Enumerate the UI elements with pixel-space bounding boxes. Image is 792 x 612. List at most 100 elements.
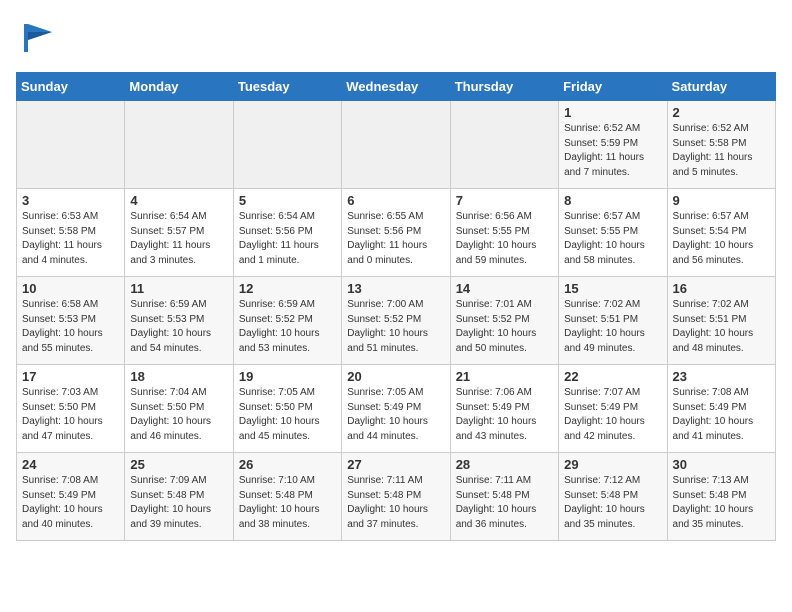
weekday-header-saturday: Saturday [667,73,775,101]
calendar-cell: 19 Sunrise: 7:05 AM Sunset: 5:50 PM Dayli… [233,365,341,453]
calendar-cell [17,101,125,189]
calendar-cell: 21 Sunrise: 7:06 AM Sunset: 5:49 PM Dayli… [450,365,558,453]
day-number: 6 [347,193,444,208]
calendar-cell: 23 Sunrise: 7:08 AM Sunset: 5:49 PM Dayli… [667,365,775,453]
calendar-cell: 26 Sunrise: 7:10 AM Sunset: 5:48 PM Dayli… [233,453,341,541]
day-info: Sunrise: 6:59 AM Sunset: 5:53 PM Dayligh… [130,298,227,356]
day-number: 10 [22,281,119,296]
calendar-cell: 10 Sunrise: 6:58 AM Sunset: 5:53 PM Dayli… [17,277,125,365]
day-number: 23 [673,369,770,384]
day-info: Sunrise: 6:59 AM Sunset: 5:52 PM Dayligh… [239,298,336,356]
day-number: 28 [456,457,553,472]
logo-icon [16,16,60,60]
weekday-header-sunday: Sunday [17,73,125,101]
day-number: 17 [22,369,119,384]
day-number: 12 [239,281,336,296]
day-info: Sunrise: 7:06 AM Sunset: 5:49 PM Dayligh… [456,386,553,444]
calendar-cell: 8Sunrise: 6:57 AM Sunset: 5:55 PM Daylig… [559,189,667,277]
day-info: Sunrise: 6:54 AM Sunset: 5:57 PM Dayligh… [130,210,227,268]
calendar-cell: 13Sunrise: 7:00 AM Sunset: 5:52 PM Dayli… [342,277,450,365]
day-number: 9 [673,193,770,208]
day-number: 27 [347,457,444,472]
calendar-table: SundayMondayTuesdayWednesdayThursdayFrid… [16,72,776,541]
day-number: 1 [564,105,661,120]
weekday-header-row: SundayMondayTuesdayWednesdayThursdayFrid… [17,73,776,101]
weekday-header-thursday: Thursday [450,73,558,101]
calendar-header: SundayMondayTuesdayWednesdayThursdayFrid… [17,73,776,101]
calendar-cell: 14 Sunrise: 7:01 AM Sunset: 5:52 PM Dayli… [450,277,558,365]
day-number: 2 [673,105,770,120]
day-number: 5 [239,193,336,208]
calendar-cell [342,101,450,189]
weekday-header-wednesday: Wednesday [342,73,450,101]
calendar-cell: 29 Sunrise: 7:12 AM Sunset: 5:48 PM Dayli… [559,453,667,541]
day-number: 18 [130,369,227,384]
calendar-cell: 5 Sunrise: 6:54 AM Sunset: 5:56 PM Daylig… [233,189,341,277]
day-info: Sunrise: 6:52 AM Sunset: 5:58 PM Dayligh… [673,122,770,180]
day-info: Sunrise: 7:08 AM Sunset: 5:49 PM Dayligh… [673,386,770,444]
day-info: Sunrise: 6:57 AM Sunset: 5:54 PM Dayligh… [673,210,770,268]
logo [16,16,64,60]
day-number: 22 [564,369,661,384]
calendar-cell: 28 Sunrise: 7:11 AM Sunset: 5:48 PM Dayli… [450,453,558,541]
day-info: Sunrise: 7:08 AM Sunset: 5:49 PM Dayligh… [22,474,119,532]
calendar-cell: 7Sunrise: 6:56 AM Sunset: 5:55 PM Daylig… [450,189,558,277]
day-info: Sunrise: 7:13 AM Sunset: 5:48 PM Dayligh… [673,474,770,532]
day-info: Sunrise: 7:03 AM Sunset: 5:50 PM Dayligh… [22,386,119,444]
day-info: Sunrise: 7:10 AM Sunset: 5:48 PM Dayligh… [239,474,336,532]
day-number: 30 [673,457,770,472]
calendar-cell: 15 Sunrise: 7:02 AM Sunset: 5:51 PM Dayli… [559,277,667,365]
day-number: 25 [130,457,227,472]
calendar-cell: 24 Sunrise: 7:08 AM Sunset: 5:49 PM Dayli… [17,453,125,541]
day-info: Sunrise: 7:05 AM Sunset: 5:49 PM Dayligh… [347,386,444,444]
day-number: 16 [673,281,770,296]
calendar-cell [125,101,233,189]
calendar-cell [233,101,341,189]
day-info: Sunrise: 7:05 AM Sunset: 5:50 PM Dayligh… [239,386,336,444]
day-info: Sunrise: 7:02 AM Sunset: 5:51 PM Dayligh… [564,298,661,356]
calendar-cell: 20 Sunrise: 7:05 AM Sunset: 5:49 PM Dayli… [342,365,450,453]
calendar-week-row: 17 Sunrise: 7:03 AM Sunset: 5:50 PM Dayli… [17,365,776,453]
day-info: Sunrise: 7:11 AM Sunset: 5:48 PM Dayligh… [456,474,553,532]
weekday-header-friday: Friday [559,73,667,101]
day-number: 19 [239,369,336,384]
day-info: Sunrise: 6:53 AM Sunset: 5:58 PM Dayligh… [22,210,119,268]
calendar-cell: 9 Sunrise: 6:57 AM Sunset: 5:54 PM Daylig… [667,189,775,277]
day-number: 26 [239,457,336,472]
day-info: Sunrise: 7:12 AM Sunset: 5:48 PM Dayligh… [564,474,661,532]
weekday-header-monday: Monday [125,73,233,101]
day-info: Sunrise: 6:54 AM Sunset: 5:56 PM Dayligh… [239,210,336,268]
day-info: Sunrise: 7:11 AM Sunset: 5:48 PM Dayligh… [347,474,444,532]
day-number: 14 [456,281,553,296]
calendar-week-row: 1Sunrise: 6:52 AM Sunset: 5:59 PM Daylig… [17,101,776,189]
calendar-week-row: 10 Sunrise: 6:58 AM Sunset: 5:53 PM Dayli… [17,277,776,365]
calendar-cell: 30 Sunrise: 7:13 AM Sunset: 5:48 PM Dayli… [667,453,775,541]
calendar-cell: 12 Sunrise: 6:59 AM Sunset: 5:52 PM Dayli… [233,277,341,365]
day-number: 24 [22,457,119,472]
calendar-cell [450,101,558,189]
calendar-body: 1Sunrise: 6:52 AM Sunset: 5:59 PM Daylig… [17,101,776,541]
calendar-cell: 2 Sunrise: 6:52 AM Sunset: 5:58 PM Daylig… [667,101,775,189]
calendar-cell: 4 Sunrise: 6:54 AM Sunset: 5:57 PM Daylig… [125,189,233,277]
calendar-week-row: 3 Sunrise: 6:53 AM Sunset: 5:58 PM Daylig… [17,189,776,277]
day-number: 3 [22,193,119,208]
day-info: Sunrise: 6:58 AM Sunset: 5:53 PM Dayligh… [22,298,119,356]
calendar-cell: 25 Sunrise: 7:09 AM Sunset: 5:48 PM Dayli… [125,453,233,541]
day-info: Sunrise: 7:09 AM Sunset: 5:48 PM Dayligh… [130,474,227,532]
page: SundayMondayTuesdayWednesdayThursdayFrid… [0,0,792,557]
day-number: 21 [456,369,553,384]
day-info: Sunrise: 6:55 AM Sunset: 5:56 PM Dayligh… [347,210,444,268]
day-number: 20 [347,369,444,384]
day-number: 15 [564,281,661,296]
day-info: Sunrise: 7:04 AM Sunset: 5:50 PM Dayligh… [130,386,227,444]
day-info: Sunrise: 7:01 AM Sunset: 5:52 PM Dayligh… [456,298,553,356]
weekday-header-tuesday: Tuesday [233,73,341,101]
calendar-cell: 6 Sunrise: 6:55 AM Sunset: 5:56 PM Daylig… [342,189,450,277]
calendar-cell: 22Sunrise: 7:07 AM Sunset: 5:49 PM Dayli… [559,365,667,453]
calendar-cell: 18 Sunrise: 7:04 AM Sunset: 5:50 PM Dayli… [125,365,233,453]
day-number: 29 [564,457,661,472]
day-number: 4 [130,193,227,208]
day-info: Sunrise: 7:02 AM Sunset: 5:51 PM Dayligh… [673,298,770,356]
calendar-cell: 16 Sunrise: 7:02 AM Sunset: 5:51 PM Dayli… [667,277,775,365]
day-info: Sunrise: 7:00 AM Sunset: 5:52 PM Dayligh… [347,298,444,356]
